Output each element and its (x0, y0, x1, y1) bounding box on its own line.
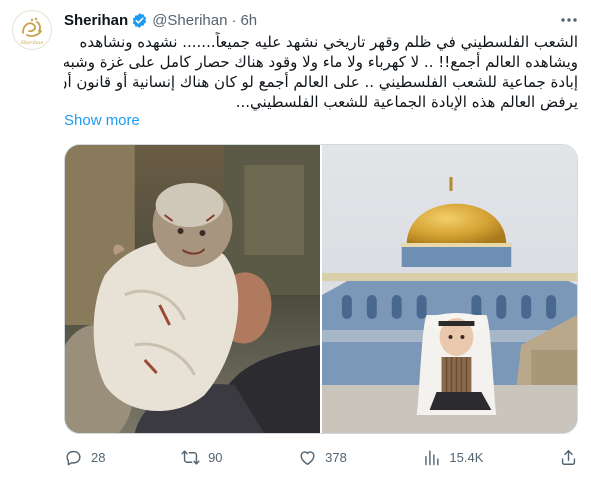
avatar-logo-text: Sherihan (20, 40, 43, 46)
dome-photo-image (322, 145, 577, 433)
verified-badge-icon (133, 12, 147, 28)
tweet-actions: 28 90 378 15.4K (64, 445, 578, 469)
tweet-text-line: ويشاهده العالم أجمع!! .. لا كهرباء ولا م… (64, 53, 578, 71)
views-button[interactable]: 15.4K (422, 448, 483, 467)
view-count: 15.4K (449, 449, 484, 465)
more-options-button[interactable] (559, 10, 579, 30)
photo-child-dome-of-rock[interactable] (322, 145, 577, 433)
heart-icon (300, 450, 315, 465)
like-count: 378 (325, 449, 347, 465)
tweet-time[interactable]: 6h (240, 12, 257, 29)
author-handle[interactable]: @Sherihan (152, 12, 227, 29)
tweet-text: الشعب الفلسطيني في ظلم وقهر تاريخي نشهد … (64, 32, 578, 112)
share-icon (561, 449, 576, 465)
sherihan-logo-icon: Sherihan (20, 17, 44, 46)
media-grid (64, 144, 578, 434)
tweet-text-line: يرفض العالم هذه الإبادة الجماعية للشعب ا… (235, 93, 578, 111)
reply-button[interactable]: 28 (64, 448, 105, 467)
analytics-icon (425, 449, 439, 465)
reply-icon (66, 450, 81, 465)
like-button[interactable]: 378 (298, 448, 347, 467)
repost-button[interactable]: 90 (181, 448, 223, 467)
show-more-link[interactable]: Show more (64, 112, 140, 129)
more-dots-icon (561, 18, 577, 22)
share-button[interactable] (559, 448, 578, 467)
tweet-text-line: الشعب الفلسطيني في ظلم وقهر تاريخي نشهد … (79, 33, 578, 51)
author-name[interactable]: Sherihan (64, 12, 128, 29)
avatar[interactable]: Sherihan (12, 10, 52, 50)
tweet-header: Sherihan @Sherihan · 6h (64, 10, 579, 30)
reply-count: 28 (91, 449, 106, 465)
tweet-text-line: إبادة جماعية للشعب الفلسطيني .. على العا… (64, 73, 578, 91)
repost-icon (181, 449, 200, 465)
separator-dot: · (231, 11, 237, 29)
repost-count: 90 (208, 449, 223, 465)
infant-photo-image (65, 145, 320, 433)
photo-rescued-infant[interactable] (65, 145, 320, 433)
